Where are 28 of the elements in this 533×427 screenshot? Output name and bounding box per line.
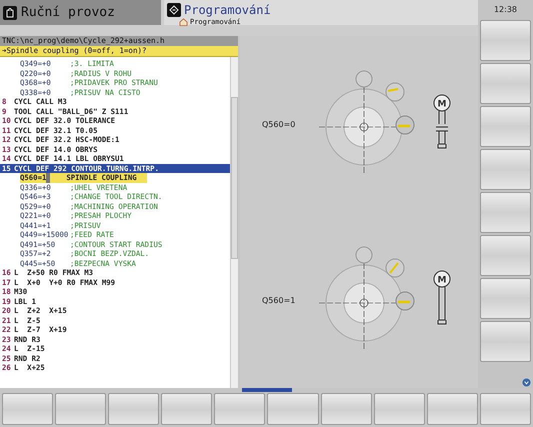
softkey[interactable] bbox=[480, 63, 531, 104]
softkey[interactable] bbox=[480, 192, 531, 233]
softkey[interactable] bbox=[2, 393, 54, 425]
programming-icon bbox=[167, 3, 181, 17]
softkey[interactable] bbox=[426, 393, 478, 425]
softkey[interactable] bbox=[267, 393, 319, 425]
softkey[interactable] bbox=[320, 393, 372, 425]
softkey[interactable] bbox=[480, 321, 531, 362]
softkey[interactable] bbox=[480, 20, 531, 61]
softkey[interactable] bbox=[214, 393, 266, 425]
softkey[interactable] bbox=[480, 106, 531, 147]
parameter-label: Q560=0 bbox=[262, 120, 296, 128]
softkey[interactable] bbox=[55, 393, 106, 425]
softkey[interactable] bbox=[374, 393, 425, 425]
parameter-label: Q560=1 bbox=[262, 296, 296, 304]
softkey[interactable] bbox=[161, 393, 212, 425]
softkey[interactable] bbox=[480, 235, 531, 276]
scrollbar[interactable] bbox=[230, 57, 238, 388]
softkey[interactable] bbox=[480, 393, 531, 425]
softkey[interactable] bbox=[480, 278, 531, 319]
home-icon bbox=[179, 18, 188, 26]
help-icon[interactable] bbox=[522, 378, 531, 387]
clock: 12:38 bbox=[494, 4, 518, 16]
operating-mode-label: Ruční provoz bbox=[21, 5, 115, 20]
programming-mode-label: Programování bbox=[184, 3, 271, 17]
hand-icon bbox=[3, 6, 17, 20]
softkey[interactable] bbox=[108, 393, 160, 425]
softkey[interactable] bbox=[480, 149, 531, 190]
